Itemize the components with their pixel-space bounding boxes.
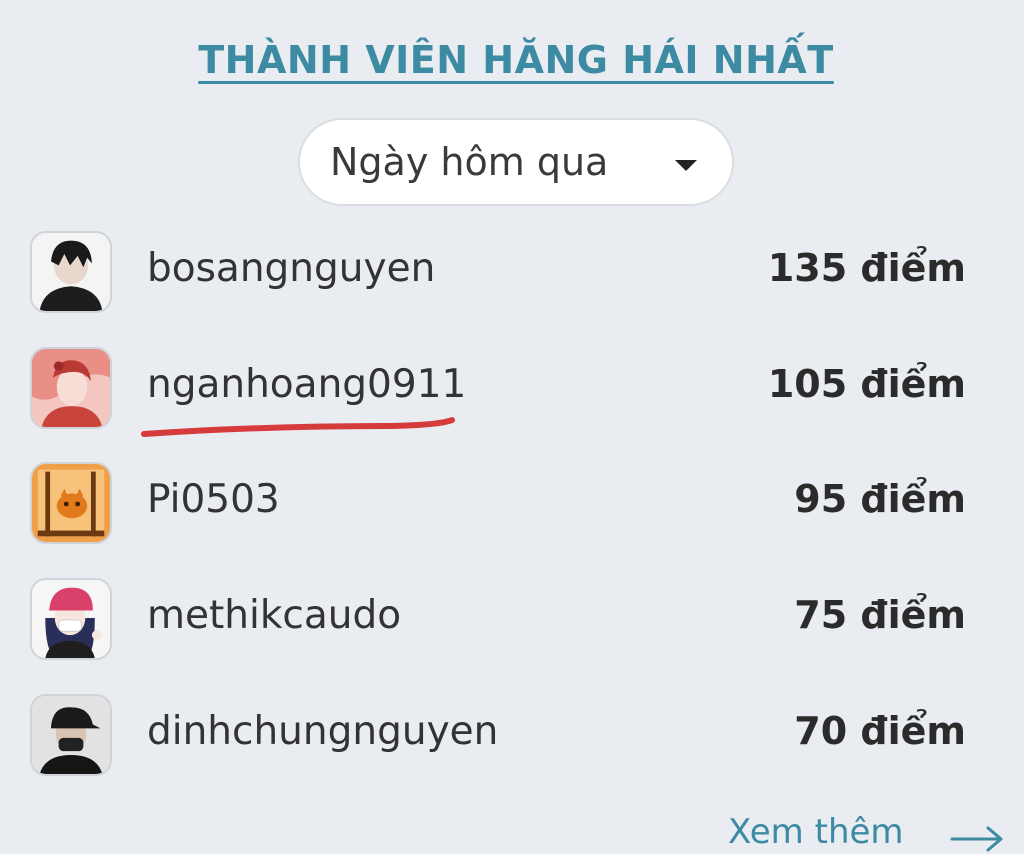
member-points: 95 điểm xyxy=(794,477,966,521)
member-points: 105 điểm xyxy=(767,362,966,406)
arrow-right-icon[interactable] xyxy=(950,824,1006,854)
avatar[interactable] xyxy=(30,694,112,776)
member-row: bosangnguyen 135 điểm xyxy=(0,222,1024,322)
avatar[interactable] xyxy=(30,462,112,544)
member-username[interactable]: nganhoang0911 xyxy=(147,362,466,407)
avatar-image xyxy=(32,696,110,774)
avatar-image xyxy=(32,464,110,542)
avatar[interactable] xyxy=(30,231,112,313)
section-title: THÀNH VIÊN HĂNG HÁI NHẤT xyxy=(198,38,834,82)
member-row: dinhchungnguyen 70 điểm xyxy=(0,685,1024,785)
avatar[interactable] xyxy=(30,578,112,660)
period-dropdown[interactable]: Ngày hôm qua xyxy=(298,118,734,206)
avatar-image xyxy=(32,233,110,311)
member-points: 75 điểm xyxy=(794,593,966,637)
member-username[interactable]: bosangnguyen xyxy=(147,246,435,291)
member-points: 70 điểm xyxy=(794,709,966,753)
member-username[interactable]: dinhchungnguyen xyxy=(147,709,498,754)
highlight-underline-mark xyxy=(141,417,455,437)
member-username[interactable]: methikcaudo xyxy=(147,593,401,638)
member-row: methikcaudo 75 điểm xyxy=(0,569,1024,669)
member-username[interactable]: Pi0503 xyxy=(147,477,280,522)
avatar[interactable] xyxy=(30,347,112,429)
avatar-image xyxy=(32,580,110,658)
period-selected-value: Ngày hôm qua xyxy=(330,140,609,184)
see-more-link[interactable]: Xem thêm xyxy=(728,812,904,852)
caret-down-icon xyxy=(675,160,697,171)
member-points: 135 điểm xyxy=(767,246,966,290)
member-row: Pi0503 95 điểm xyxy=(0,453,1024,553)
avatar-image xyxy=(32,349,110,427)
